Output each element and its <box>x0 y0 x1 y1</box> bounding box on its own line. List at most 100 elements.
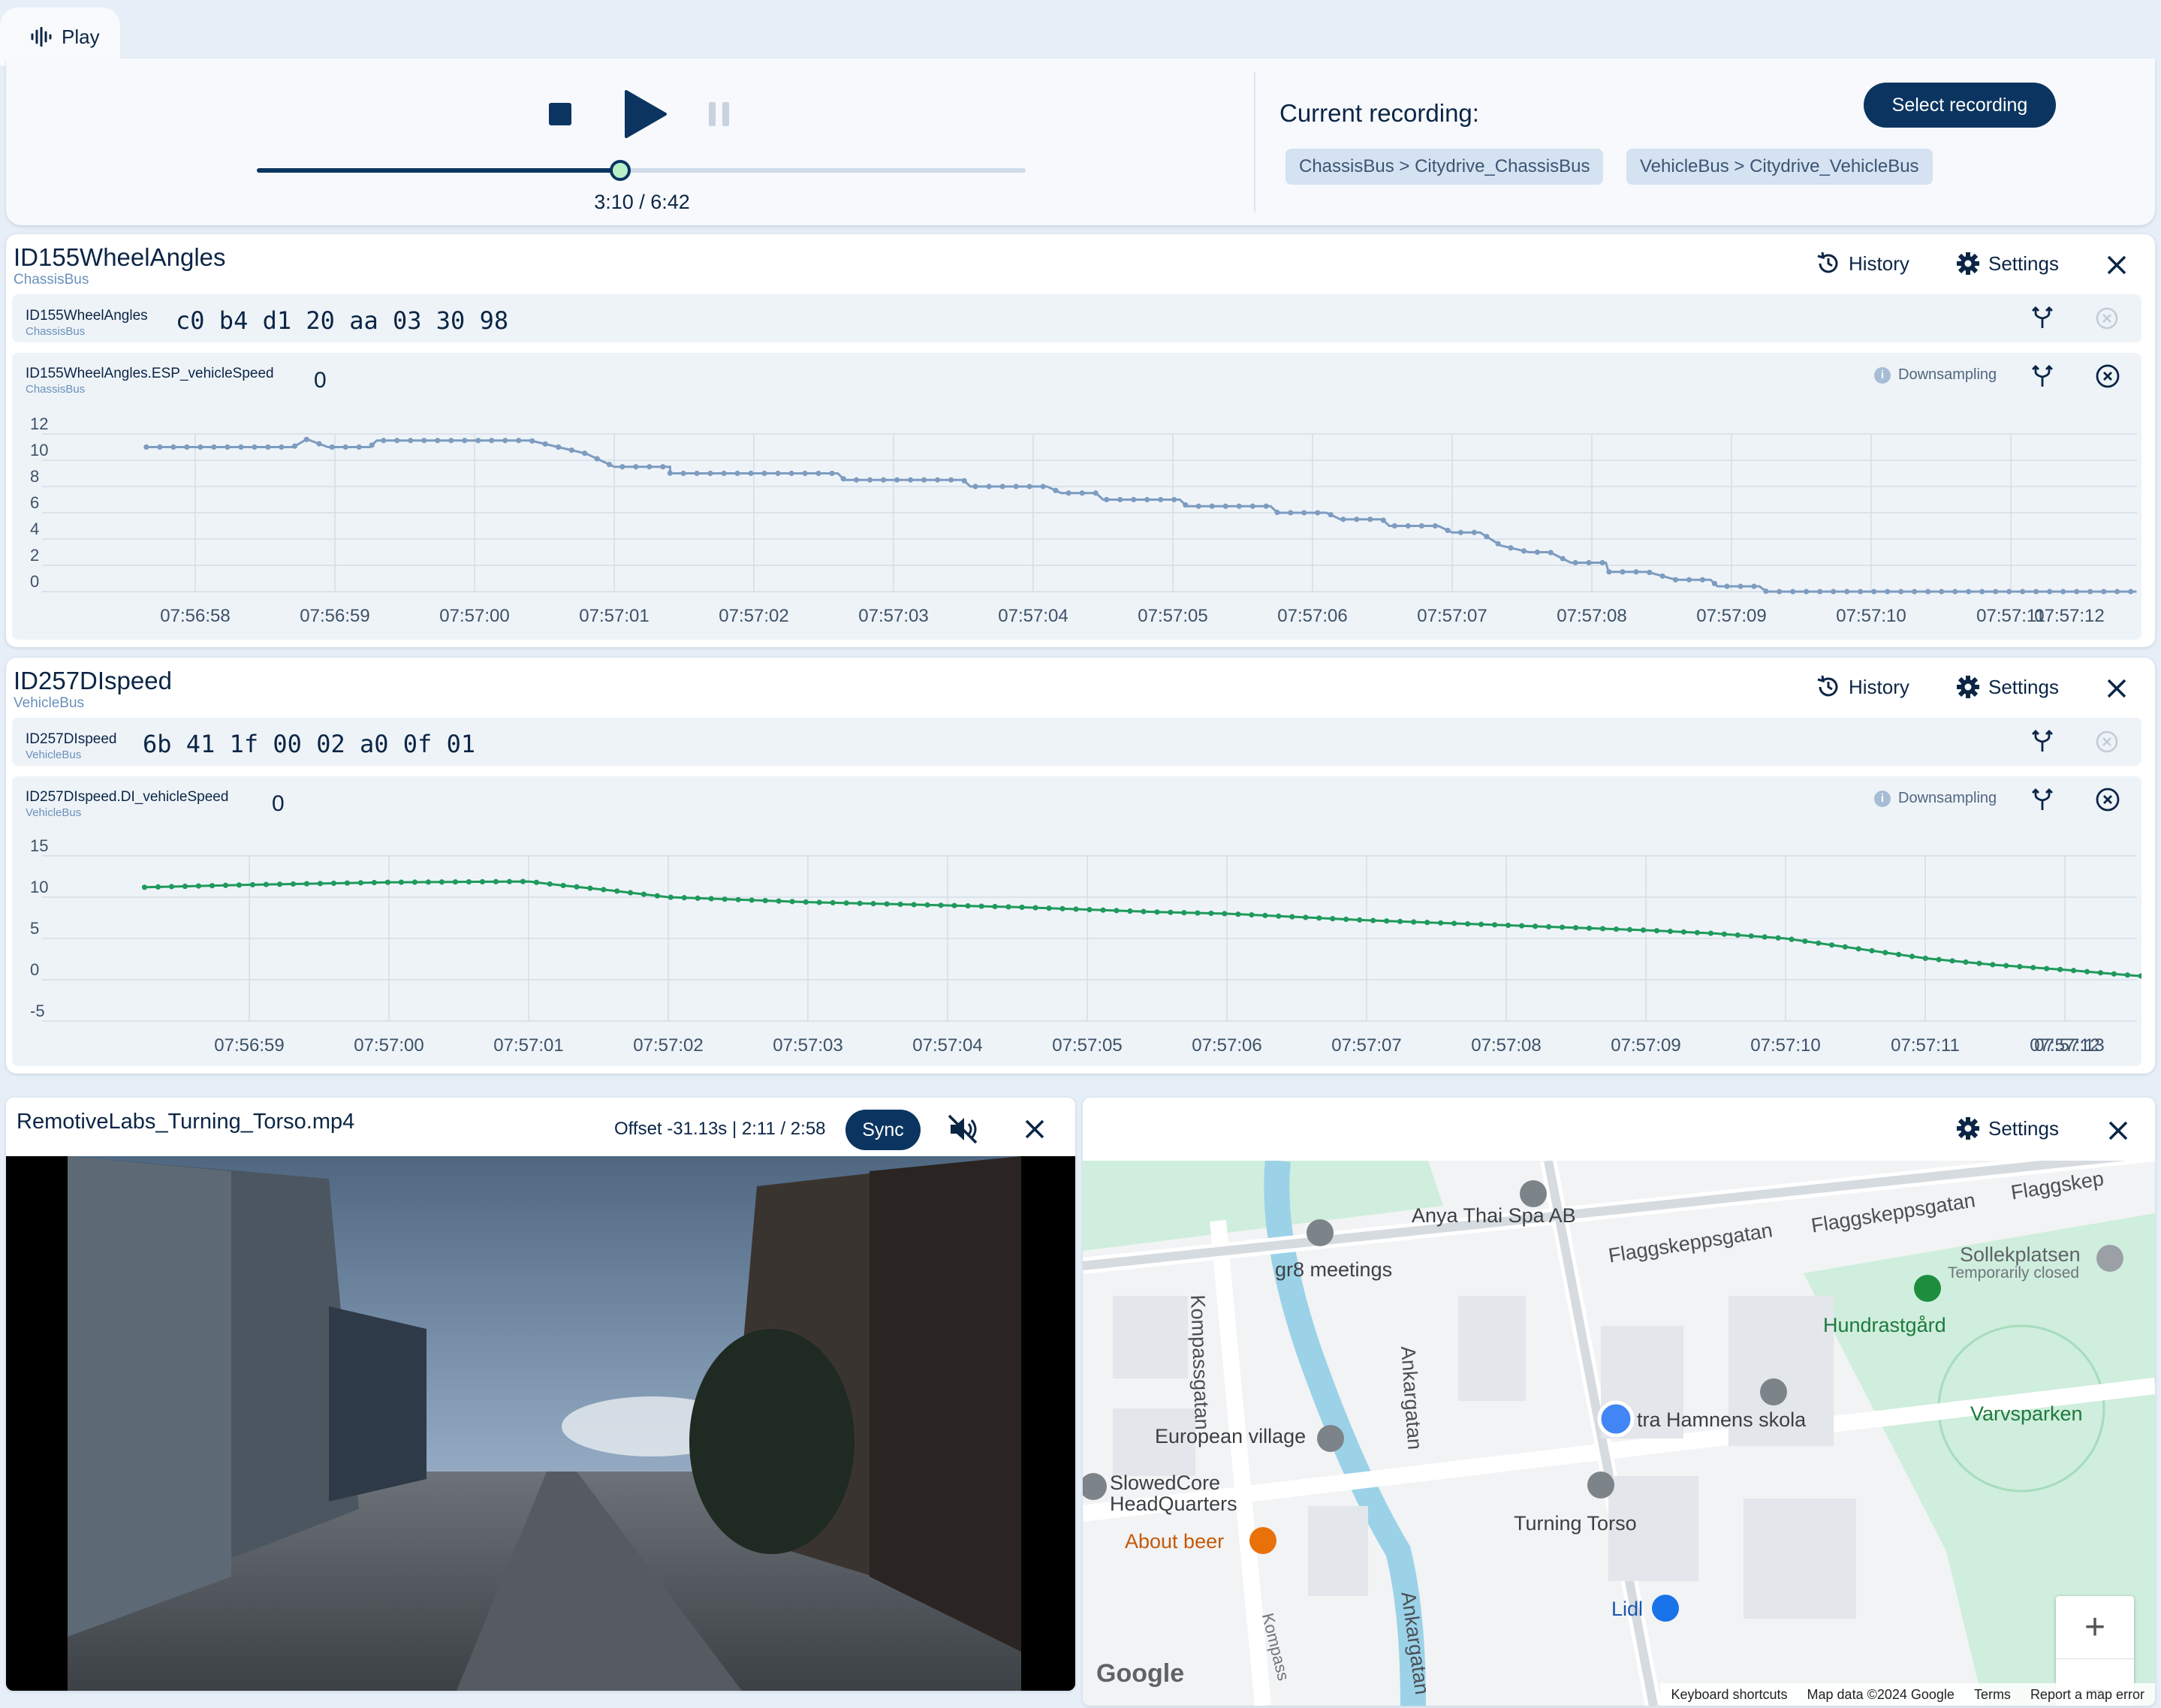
speaker-muted-icon[interactable] <box>946 1113 979 1146</box>
history-button[interactable]: History <box>1816 674 1909 700</box>
y-tick-label: 6 <box>30 493 39 512</box>
data-point <box>425 879 432 885</box>
tab-play[interactable]: Play <box>0 8 120 66</box>
data-point <box>1340 517 1346 523</box>
map-footer-shortcuts[interactable]: Keyboard shortcuts <box>1671 1687 1787 1703</box>
video-frame[interactable] <box>6 1156 1075 1691</box>
data-point <box>1411 919 1417 925</box>
fork-icon[interactable] <box>2032 788 2053 812</box>
map-label-anya: Anya Thai Spa AB <box>1412 1204 1576 1227</box>
pause-icon[interactable] <box>707 101 731 128</box>
data-point <box>1620 569 1626 575</box>
data-point <box>2111 971 2117 977</box>
data-point <box>1680 929 1687 935</box>
data-point <box>1209 503 1215 509</box>
data-point <box>1117 496 1123 503</box>
signal-name: ID257DIspeed.DI_vehicleSpeed <box>26 789 229 805</box>
recording-chip-chassis: ChassisBus > Citydrive_ChassisBus <box>1285 149 1604 185</box>
data-point <box>948 477 954 483</box>
data-point <box>1738 583 1744 589</box>
data-point <box>614 888 620 894</box>
close-icon[interactable] <box>1024 1119 1045 1140</box>
remove-icon[interactable] <box>2095 306 2119 330</box>
map-footer-report[interactable]: Report a map error <box>2030 1687 2144 1703</box>
close-icon[interactable] <box>2106 255 2127 276</box>
data-point <box>1817 589 1823 595</box>
map-label-lidl: Lidl <box>1611 1598 1644 1620</box>
data-point <box>155 884 161 890</box>
chart-esp-vehicle-speed[interactable]: 12 10 8 6 4 2 0 07:56:58 07:56:59 07:57:00 07:57:0… <box>12 398 2141 638</box>
data-point <box>2020 589 2026 595</box>
data-point <box>1871 589 1877 595</box>
data-point <box>721 470 727 477</box>
data-point <box>493 878 499 884</box>
data-point <box>897 901 903 908</box>
data-point <box>857 900 863 906</box>
x-tick-label: 07:57:06 <box>1192 1035 1261 1056</box>
data-point <box>394 438 400 444</box>
map-footer-terms[interactable]: Terms <box>1974 1687 2011 1703</box>
data-point <box>1672 577 1679 583</box>
data-point <box>1181 910 1187 916</box>
map-settings-button[interactable]: Settings <box>1955 1116 2059 1141</box>
progress-thumb[interactable] <box>609 160 631 181</box>
data-point <box>1586 559 1592 566</box>
history-icon <box>1817 252 1838 273</box>
data-point <box>1707 930 1713 936</box>
data-point <box>489 438 495 444</box>
data-point <box>1979 589 1985 595</box>
x-tick-label: 07:57:11 <box>1891 1035 1960 1056</box>
data-point <box>2003 962 2009 968</box>
play-icon[interactable] <box>623 90 668 138</box>
data-point <box>238 444 244 450</box>
settings-button[interactable]: Settings <box>1955 251 2059 276</box>
map[interactable]: Anya Thai Spa AB gr8 meetings Flaggskepp… <box>1083 1145 2155 1706</box>
data-point <box>1222 911 1228 917</box>
y-tick-label: 8 <box>30 467 39 486</box>
zoom-in-button[interactable]: + <box>2056 1596 2134 1659</box>
data-point <box>448 438 454 444</box>
google-logo: Google <box>1096 1659 1185 1688</box>
fork-icon[interactable] <box>2032 730 2053 754</box>
data-point <box>1343 916 1349 923</box>
stop-icon[interactable] <box>548 102 572 126</box>
x-tick-label: 07:57:08 <box>1471 1035 1541 1056</box>
select-recording-button[interactable]: Select recording <box>1864 83 2056 128</box>
data-point <box>1013 483 1019 490</box>
settings-button[interactable]: Settings <box>1955 674 2059 700</box>
fork-icon[interactable] <box>2032 365 2053 389</box>
data-point <box>1026 483 1032 490</box>
data-point <box>225 444 231 450</box>
remove-signal-icon[interactable] <box>2095 787 2120 812</box>
data-point <box>1236 503 1242 509</box>
data-point <box>1966 589 1972 595</box>
fork-icon[interactable] <box>2032 306 2053 330</box>
remove-signal-icon[interactable] <box>2095 363 2120 389</box>
data-point <box>640 891 647 897</box>
data-point <box>168 884 175 890</box>
close-icon[interactable] <box>2106 678 2127 699</box>
data-point <box>2060 589 2066 595</box>
data-point <box>1301 510 1307 516</box>
y-tick-label: 10 <box>30 878 48 896</box>
data-point <box>1144 496 1150 503</box>
chart-di-vehicle-speed[interactable]: 15 10 5 0 -5 07:56:59 07:57:00 07:57:01 07:57:02… <box>12 821 2141 1063</box>
data-point <box>1195 910 1201 916</box>
map-label-street-kompass: Kompassgatan <box>1186 1294 1214 1431</box>
data-point <box>2070 968 2077 974</box>
x-tick-label: 07:56:59 <box>214 1035 284 1056</box>
gear-icon <box>1957 252 1979 275</box>
remove-icon[interactable] <box>2095 730 2119 754</box>
data-point <box>1032 905 1038 911</box>
close-icon[interactable] <box>2108 1120 2129 1141</box>
data-point <box>2057 966 2063 972</box>
history-button[interactable]: History <box>1816 251 1909 276</box>
sync-button[interactable]: Sync <box>845 1110 921 1150</box>
data-point <box>1963 959 1969 965</box>
data-point <box>938 902 944 908</box>
data-point <box>317 881 324 887</box>
data-point <box>1158 496 1164 503</box>
y-tick-label: 4 <box>30 520 39 538</box>
data-point <box>182 883 188 890</box>
data-point <box>1699 577 1706 583</box>
